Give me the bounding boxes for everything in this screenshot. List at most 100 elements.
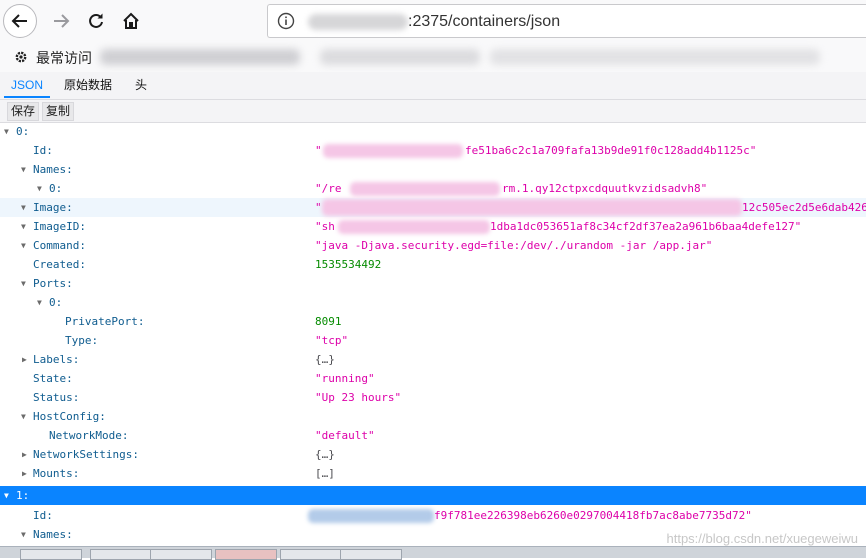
redacted-host [308,14,408,30]
reload-icon [89,13,103,28]
expanded-triangle-icon[interactable]: ▼ [21,217,30,236]
expanded-triangle-icon[interactable]: ▼ [21,198,30,217]
json-value: 1535534492 [315,258,382,271]
json-key: Mounts: [33,467,80,480]
expanded-triangle-icon[interactable]: ▼ [21,525,30,542]
expanded-triangle-icon[interactable]: ▼ [37,293,46,312]
json-value-prefix: " [315,201,322,214]
tree-row[interactable]: ▼ Image: " 12c505ec2d5e6dab426 [0,198,866,217]
json-key: Status: [33,391,80,404]
redacted-value [322,199,742,216]
taskbar-button[interactable] [20,549,82,560]
json-key: NetworkSettings: [33,448,139,461]
tab-headers[interactable]: 头 [128,72,154,98]
back-arrow-icon [11,14,27,28]
json-key: Ports: [33,277,73,290]
json-key: HostConfig: [33,410,106,423]
taskbar-button[interactable] [280,549,342,560]
home-icon [123,12,139,29]
json-key: PrivatePort: [65,315,145,328]
json-value: 1dba1dc053651af8c34cf2df37ea2a961b6baa4d… [490,220,802,233]
redacted-value [323,144,463,158]
tree-row[interactable]: NetworkMode: "default" [0,426,866,445]
info-icon[interactable] [277,12,295,30]
reload-button[interactable] [79,4,113,38]
json-value: {…} [315,353,335,366]
tree-row[interactable]: ▼ Command: "java -Djava.security.egd=fil… [0,236,866,255]
taskbar-button[interactable] [90,549,152,560]
json-key: Command: [33,239,86,252]
tree-row[interactable]: ▼ Names: [0,160,866,179]
json-key: State: [33,372,73,385]
json-value-prefix: " [315,144,322,157]
json-value: "Up 23 hours" [315,391,402,404]
gear-icon [15,51,27,63]
bookmark-most-visited[interactable]: 最常访问 [36,48,92,68]
json-value: fe51ba6c2c1a709fafa13b9de91f0c128add4b11… [465,144,757,157]
tree-row[interactable]: ▼ HostConfig: [0,407,866,426]
tab-json[interactable]: JSON [4,72,51,98]
collapsed-triangle-icon[interactable]: ▶ [22,350,31,369]
json-key: 0: [49,296,63,309]
expanded-triangle-icon[interactable]: ▼ [21,160,30,179]
viewer-tab-bar: JSON 原始数据 头 [0,72,866,100]
expanded-triangle-icon[interactable]: ▼ [37,179,46,198]
taskbar-button[interactable] [340,549,402,560]
taskbar-button[interactable] [150,549,212,560]
forward-arrow-icon [54,14,70,28]
tree-row[interactable]: State: "running" [0,369,866,388]
expanded-triangle-icon[interactable]: ▼ [4,486,13,505]
tree-row-selected[interactable]: ▼ 1: [0,486,866,505]
redacted-value [338,220,490,234]
json-value: "default" [315,429,375,442]
expanded-triangle-icon[interactable]: ▼ [21,236,30,255]
json-key: Created: [33,258,86,271]
tree-row[interactable]: ▶ Labels: {…} [0,350,866,369]
home-button[interactable] [114,4,148,38]
json-tree: ▼ 0: Id: " fe51ba6c2c1a709fafa13b9de91f0… [0,122,866,542]
json-key: Image: [33,201,73,214]
tab-raw-data[interactable]: 原始数据 [57,72,119,98]
tree-row[interactable]: Status: "Up 23 hours" [0,388,866,407]
tree-row[interactable]: ▼ 0: [0,122,866,141]
tree-row[interactable]: ▼ ImageID: "sh 1dba1dc053651af8c34cf2df3… [0,217,866,236]
taskbar-button[interactable] [215,549,277,560]
os-taskbar [0,546,866,560]
collapsed-triangle-icon[interactable]: ▶ [22,445,31,464]
tree-row[interactable]: Id: f9f781ee226398eb6260e0297004418fb7ac… [0,506,866,525]
json-value: rm.1.qy12ctpxcdquutkvzidsadvh8" [502,182,708,195]
url-text: :2375/containers/json [408,13,561,30]
tree-row[interactable]: PrivatePort: 8091 [0,312,866,331]
json-value-prefix: "/re [315,182,342,195]
collapsed-triangle-icon[interactable]: ▶ [22,464,31,483]
json-value: f9f781ee226398eb6260e0297004418fb7ac8abe… [434,509,752,522]
watermark: https://blog.csdn.net/xuegeweiwu [666,531,858,546]
expanded-triangle-icon[interactable]: ▼ [21,407,30,426]
redacted-bookmarks [100,49,300,65]
forward-button[interactable] [44,4,78,38]
tree-row[interactable]: Id: " fe51ba6c2c1a709fafa13b9de91f0c128a… [0,141,866,160]
tree-row[interactable]: ▼ 0: "/re rm.1.qy12ctpxcdquutkvzidsadvh8… [0,179,866,198]
json-key: Type: [65,334,99,347]
json-key: Labels: [33,353,80,366]
tree-row[interactable]: ▼ Ports: [0,274,866,293]
expanded-triangle-icon[interactable]: ▼ [21,274,30,293]
tree-row[interactable]: ▶ Mounts: […] [0,464,866,483]
back-button[interactable] [3,4,37,38]
json-key: Id: [33,144,53,157]
url-bar[interactable]: :2375/containers/json [267,4,866,38]
tree-row[interactable]: Type: "tcp" [0,331,866,350]
save-button[interactable]: 保存 [7,102,40,121]
tree-row[interactable]: Created: 1535534492 [0,255,866,274]
json-key: ImageID: [33,220,86,233]
redacted-value [350,182,500,196]
bookmarks-toolbar: 最常访问 [0,42,866,73]
redacted-bookmarks [320,49,480,65]
copy-button[interactable]: 复制 [42,102,75,121]
navigation-toolbar: :2375/containers/json [0,0,866,42]
tree-row[interactable]: ▼ 0: [0,293,866,312]
expanded-triangle-icon[interactable]: ▼ [4,122,13,141]
tree-row[interactable]: ▶ NetworkSettings: {…} [0,445,866,464]
viewer-toolbar: 保存 复制 [0,100,866,123]
json-value: "tcp" [315,334,349,347]
